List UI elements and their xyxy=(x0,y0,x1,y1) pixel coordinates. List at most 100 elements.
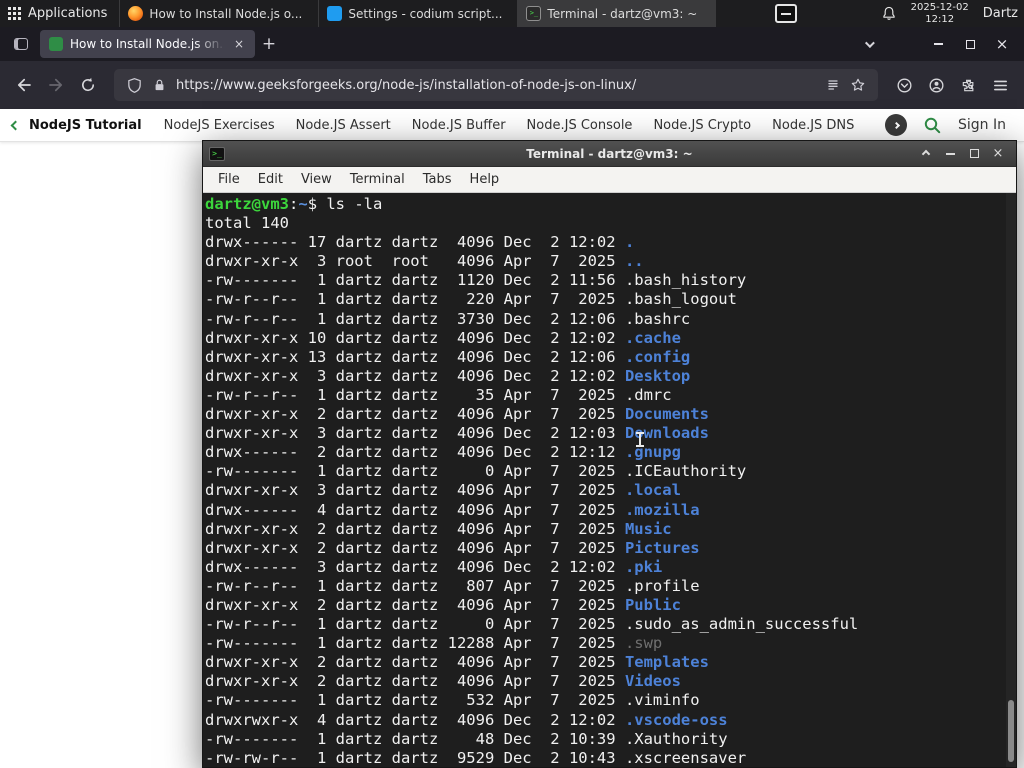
clock[interactable]: 2025-12-02 12:12 xyxy=(911,2,969,26)
terminal-menubar: File Edit View Terminal Tabs Help xyxy=(203,167,1016,193)
gfg-nav-link[interactable]: NodeJS Exercises xyxy=(164,118,275,133)
terminal-line: drwxr-xr-x 2 dartz dartz 4096 Apr 7 2025… xyxy=(205,653,709,672)
terminal-scrollbar[interactable] xyxy=(1006,193,1016,767)
pocket-button[interactable] xyxy=(888,69,920,101)
gfg-nav-tutorial-link[interactable]: NodeJS Tutorial xyxy=(29,118,142,133)
pocket-icon xyxy=(897,78,911,92)
terminal-maximize-button[interactable] xyxy=(962,143,986,165)
back-arrow-icon xyxy=(17,78,31,92)
terminal-line: drwx------ 3 dartz dartz 4096 Dec 2 12:0… xyxy=(205,557,663,576)
terminal-menu-file[interactable]: File xyxy=(209,169,249,190)
gfg-nav-link[interactable]: Node.JS DNS xyxy=(772,118,854,133)
chevron-up-icon xyxy=(921,149,931,158)
taskbar-item-label: How to Install Node.js o... xyxy=(149,6,303,21)
terminal-line: drwxr-xr-x 13 dartz dartz 4096 Dec 2 12:… xyxy=(205,347,691,366)
gfg-nav-link[interactable]: Node.JS Assert xyxy=(296,118,391,133)
bookmark-star-icon[interactable] xyxy=(850,77,866,93)
terminal-line: drwxr-xr-x 3 dartz dartz 4096 Dec 2 12:0… xyxy=(205,424,709,443)
terminal-shade-button[interactable] xyxy=(914,143,938,165)
clock-date: 2025-12-02 xyxy=(910,1,969,13)
chevron-left-icon xyxy=(10,120,21,130)
browser-minimize-button[interactable] xyxy=(922,29,954,59)
terminal-line: drwxr-xr-x 2 dartz dartz 4096 Apr 7 2025… xyxy=(205,672,681,691)
tab-close-icon[interactable]: × xyxy=(232,37,246,51)
firefox-icon xyxy=(128,6,144,21)
terminal-line: -rw-r--r-- 1 dartz dartz 807 Apr 7 2025 … xyxy=(205,576,700,595)
gfg-nav-link[interactable]: Node.JS Console xyxy=(527,118,633,133)
taskbar-item[interactable]: Settings - codium script... xyxy=(318,0,517,27)
forward-arrow-icon xyxy=(49,78,63,92)
search-icon[interactable] xyxy=(923,116,942,135)
firefox-view-button[interactable] xyxy=(6,31,36,57)
terminal-menu-terminal[interactable]: Terminal xyxy=(341,169,414,190)
terminal-line: -rw-r--r-- 1 dartz dartz 3730 Dec 2 12:0… xyxy=(205,309,691,328)
reader-view-icon[interactable] xyxy=(825,77,841,93)
browser-tab[interactable]: How to Install Node.js on... × xyxy=(40,30,255,58)
puzzle-extensions-icon xyxy=(962,79,973,91)
extensions-button[interactable] xyxy=(952,69,984,101)
terminal-line: drwx------ 2 dartz dartz 4096 Dec 2 12:1… xyxy=(205,443,681,462)
terminal-line: drwxr-xr-x 3 root root 4096 Apr 7 2025 .… xyxy=(205,252,644,271)
terminal-line: -rw------- 1 dartz dartz 48 Dec 2 10:39 … xyxy=(205,729,728,748)
url-bar[interactable]: https://www.geeksforgeeks.org/node-js/in… xyxy=(114,69,878,101)
terminal-line: -rw-rw-r-- 1 dartz dartz 9529 Dec 2 10:4… xyxy=(205,748,747,767)
browser-navigation-toolbar: https://www.geeksforgeeks.org/node-js/in… xyxy=(0,61,1024,109)
terminal-minimize-button[interactable] xyxy=(938,143,962,165)
gfg-nav-link[interactable]: Node.JS Crypto xyxy=(653,118,751,133)
terminal-menu-view[interactable]: View xyxy=(292,169,341,190)
new-tab-button[interactable]: + xyxy=(255,31,283,57)
applications-menu-button[interactable]: Applications xyxy=(0,0,119,27)
terminal-line: drwxr-xr-x 10 dartz dartz 4096 Dec 2 12:… xyxy=(205,328,681,347)
terminal-output: dartz@vm3:~$ ls -la total 140 drwx------ 1… xyxy=(203,193,1016,767)
terminal-line: -rw------- 1 dartz dartz 12288 Apr 7 202… xyxy=(205,634,663,653)
top-panel: Applications How to Install Node.js o...… xyxy=(0,0,1024,27)
gfg-scroll-left-button[interactable] xyxy=(10,120,21,130)
gfg-signin-link[interactable]: Sign In xyxy=(958,117,1012,133)
terminal-line: -rw-r--r-- 1 dartz dartz 0 Apr 7 2025 .s… xyxy=(205,615,859,634)
terminal-menu-help[interactable]: Help xyxy=(461,169,509,190)
browser-maximize-button[interactable] xyxy=(954,29,986,59)
account-button[interactable] xyxy=(920,69,952,101)
terminal-menu-tabs[interactable]: Tabs xyxy=(414,169,461,190)
terminal-line: drwxr-xr-x 2 dartz dartz 4096 Apr 7 2025… xyxy=(205,595,681,614)
taskbar-item[interactable]: How to Install Node.js o... xyxy=(119,0,318,27)
terminal-body[interactable]: dartz@vm3:~$ ls -la total 140 drwx------ 1… xyxy=(203,193,1016,767)
user-label: Dartz xyxy=(982,6,1018,21)
browser-close-button[interactable]: × xyxy=(986,29,1018,59)
minimize-icon xyxy=(945,152,955,155)
mouse-cursor xyxy=(636,432,644,447)
taskbar-item[interactable]: >_ Terminal - dartz@vm3: ~ xyxy=(517,0,717,27)
terminal-close-button[interactable]: × xyxy=(986,143,1010,165)
applications-grid-icon xyxy=(8,7,21,20)
clock-time: 12:12 xyxy=(925,13,955,25)
terminal-line: -rw------- 1 dartz dartz 1120 Dec 2 11:5… xyxy=(205,271,747,290)
hamburger-menu-icon xyxy=(993,80,1007,90)
menu-button[interactable] xyxy=(984,69,1016,101)
gfg-scroll-right-button[interactable] xyxy=(885,114,907,136)
terminal-app-icon: >_ xyxy=(209,146,225,161)
account-icon xyxy=(929,78,943,92)
terminal-line: -rw------- 1 dartz dartz 532 Apr 7 2025 … xyxy=(205,691,700,710)
url-text[interactable]: https://www.geeksforgeeks.org/node-js/in… xyxy=(176,78,816,93)
firefox-view-icon xyxy=(14,38,28,50)
tray-terminal-icon[interactable] xyxy=(774,4,797,23)
reload-button[interactable] xyxy=(72,69,104,101)
list-all-tabs-button[interactable] xyxy=(854,37,882,48)
terminal-line: drwxr-xr-x 2 dartz dartz 4096 Apr 7 2025… xyxy=(205,538,700,557)
reload-icon xyxy=(82,77,95,91)
terminal-scrollbar-thumb[interactable] xyxy=(1008,700,1014,762)
back-button[interactable] xyxy=(8,69,40,101)
forward-button[interactable] xyxy=(40,69,72,101)
notification-bell-icon[interactable] xyxy=(881,5,897,22)
gfg-secondary-navbar: NodeJS Tutorial NodeJS Exercises Node.JS … xyxy=(0,109,1024,142)
gfg-nav-links: NodeJS Exercises Node.JS Assert Node.JS Bu… xyxy=(164,118,869,133)
terminal-menu-edit[interactable]: Edit xyxy=(249,169,292,190)
terminal-window-controls: × xyxy=(914,143,1010,165)
gfg-nav-link[interactable]: Node.JS Buffer xyxy=(412,118,506,133)
terminal-line: drwx------ 4 dartz dartz 4096 Apr 7 2025… xyxy=(205,500,700,519)
chevron-right-icon xyxy=(892,121,900,129)
terminal-line: -rw-r--r-- 1 dartz dartz 35 Apr 7 2025 .… xyxy=(205,385,672,404)
browser-window-controls: × xyxy=(922,29,1018,59)
terminal-total-line: total 140 xyxy=(205,214,289,233)
terminal-titlebar[interactable]: >_ Terminal - dartz@vm3: ~ × xyxy=(203,141,1016,167)
